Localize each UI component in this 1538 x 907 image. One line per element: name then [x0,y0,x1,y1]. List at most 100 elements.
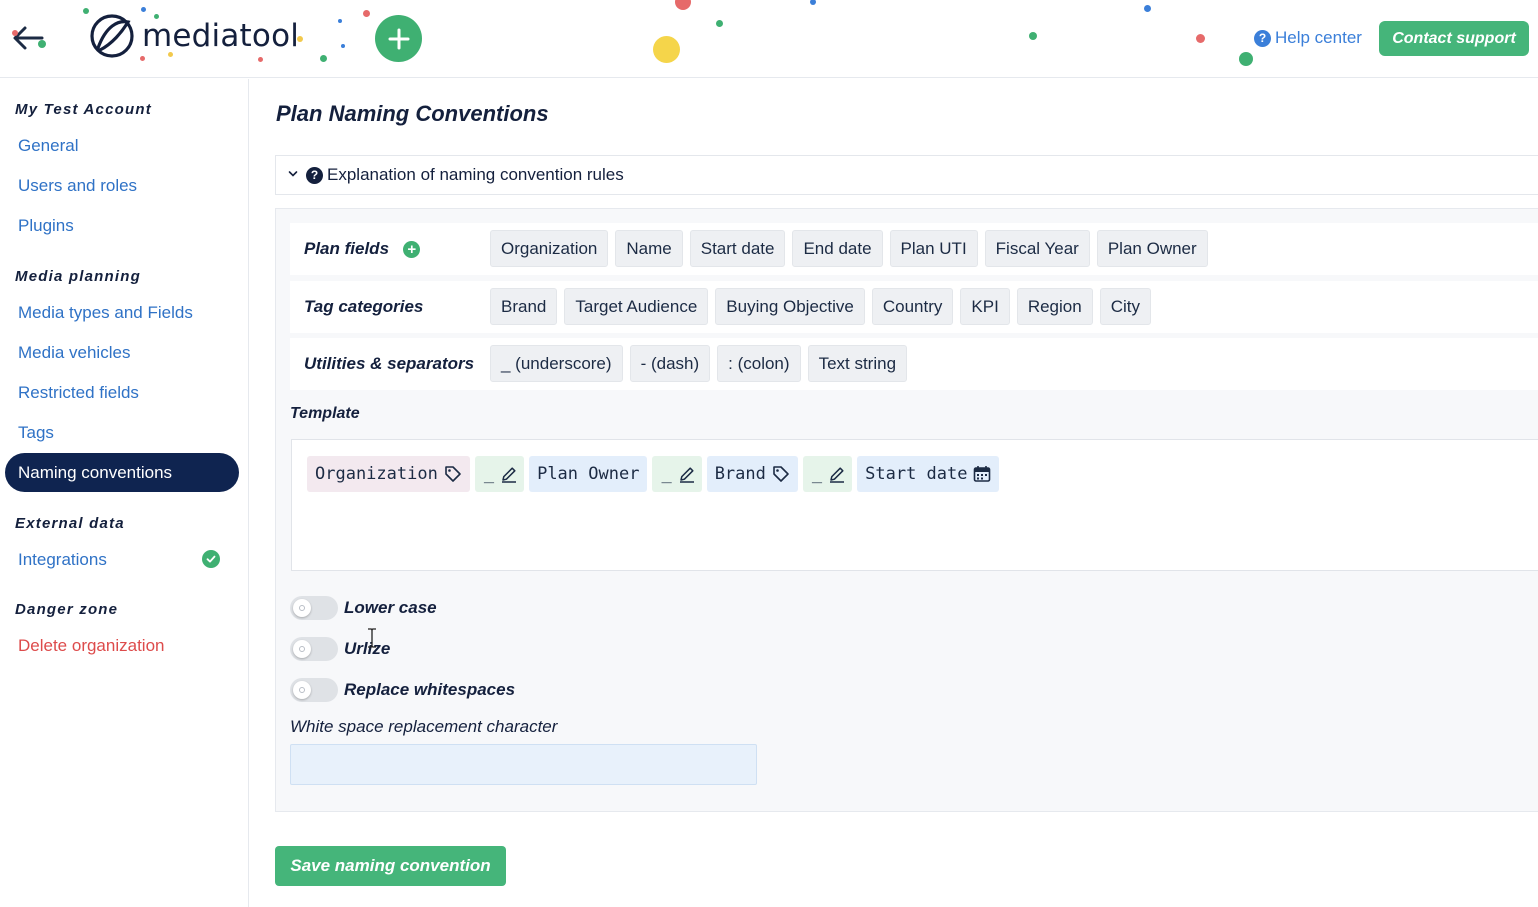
toggle-knob [293,640,311,658]
token-label: Start date [865,464,968,484]
page-title: Plan Naming Conventions [276,101,549,126]
chip-brand[interactable]: Brand [490,288,558,325]
confetti-dot [320,55,327,62]
chip-target-audience[interactable]: Target Audience [564,288,709,325]
chip-colon[interactable]: : (colon) [717,345,801,382]
template-token-organization[interactable]: Organization [307,456,470,492]
token-label: Organization [315,464,438,484]
template-token-separator[interactable]: _ [652,456,702,492]
sidebar-item-general[interactable]: General [18,136,78,156]
chip-fiscal-year[interactable]: Fiscal Year [984,230,1090,267]
check-circle-icon [202,550,220,568]
confetti-dot [1144,5,1151,12]
chip-country[interactable]: Country [871,288,954,325]
tag-icon [445,466,461,482]
chip-buying-objective[interactable]: Buying Objective [715,288,865,325]
naming-convention-editor: Plan fields + Organization Name Start da… [275,208,1538,812]
sidebar-item-plugins[interactable]: Plugins [18,216,74,236]
add-button[interactable] [375,15,422,62]
token-label: _ [661,464,672,484]
chip-plan-owner[interactable]: Plan Owner [1096,230,1208,267]
confetti-dot [716,20,723,27]
sidebar-item-naming-conventions[interactable]: Naming conventions [5,453,239,492]
confetti-dot [12,30,18,36]
replace-whitespaces-toggle-row[interactable]: Replace whitespaces [290,678,515,702]
chip-dash[interactable]: - (dash) [629,345,711,382]
chip-name[interactable]: Name [615,230,683,267]
save-naming-convention-button[interactable]: Save naming convention [275,846,506,886]
mediatool-logo[interactable]: mediatool [88,10,299,62]
chip-kpi[interactable]: KPI [960,288,1010,325]
contact-support-button[interactable]: Contact support [1379,21,1529,56]
utility-chips: _ (underscore) - (dash) : (colon) Text s… [490,345,908,382]
top-header: mediatool ? Help center Contact support [0,0,1538,78]
confetti-dot [1239,52,1253,66]
explanation-accordion[interactable]: ? Explanation of naming convention rules [275,155,1538,195]
sidebar-item-media-vehicles[interactable]: Media vehicles [18,343,130,363]
toggle-knob [293,681,311,699]
sidebar-item-delete-organization[interactable]: Delete organization [18,636,164,656]
token-label: Plan Owner [537,464,640,484]
chip-underscore[interactable]: _ (underscore) [490,345,623,382]
tag-categories-label: Tag categories [304,297,424,316]
confetti-dot [1029,32,1037,40]
lower-case-toggle[interactable] [290,596,338,620]
pencil-icon [679,467,694,483]
confetti-dot [154,14,159,19]
replace-whitespaces-label: Replace whitespaces [344,680,516,699]
chip-region[interactable]: Region [1016,288,1093,325]
plus-icon [388,28,409,49]
chevron-down-icon [288,169,298,181]
confetti-dot [258,57,263,62]
chip-start-date[interactable]: Start date [689,230,786,267]
token-label: Brand [714,464,766,484]
chip-text-string[interactable]: Text string [807,345,908,382]
pencil-icon [502,467,517,483]
template-dropzone[interactable]: Organization _ Plan Owner _ Brand _ Star… [291,439,1538,571]
confetti-dot [675,0,691,10]
template-tokens: Organization _ Plan Owner _ Brand _ Star… [307,456,1000,492]
toggle-knob [293,599,311,617]
whitespace-replacement-label: White space replacement character [290,717,558,736]
chip-city[interactable]: City [1099,288,1151,325]
chip-organization[interactable]: Organization [490,230,609,267]
token-label: _ [483,464,495,484]
confetti-dot [338,19,342,23]
sidebar-item-integrations[interactable]: Integrations [18,550,107,570]
confetti-dot [363,10,370,17]
chip-plan-uti[interactable]: Plan UTI [889,230,978,267]
template-token-plan-owner[interactable]: Plan Owner [529,456,648,492]
urlize-toggle[interactable] [290,637,338,661]
whitespace-replacement-input[interactable] [290,744,757,785]
back-arrow-icon[interactable] [10,22,46,54]
replace-whitespaces-toggle[interactable] [290,678,338,702]
help-center-label: Help center [1275,28,1362,47]
plan-field-chips: Organization Name Start date End date Pl… [490,230,1208,267]
confetti-dot [140,56,145,61]
lower-case-toggle-row[interactable]: Lower case [290,596,437,620]
sidebar-heading-danger-zone: Danger zone [15,601,119,618]
chip-end-date[interactable]: End date [792,230,883,267]
confetti-dot [341,44,345,48]
sidebar-heading-account: My Test Account [15,101,152,118]
sidebar-heading-media-planning: Media planning [15,268,141,285]
sidebar-item-media-types[interactable]: Media types and Fields [18,303,193,323]
template-token-brand[interactable]: Brand [706,456,798,492]
template-token-separator[interactable]: _ [802,456,853,492]
confetti-dot [168,52,173,57]
utilities-label: Utilities & separators [304,354,475,373]
template-token-separator[interactable]: _ [474,456,525,492]
tag-icon [773,466,789,482]
tag-categories-row: Tag categories Brand Target Audience Buy… [290,281,1538,333]
calendar-icon [974,466,991,482]
add-plan-field-icon[interactable]: + [403,240,421,258]
plan-fields-row: Plan fields + Organization Name Start da… [290,223,1538,275]
help-center-link[interactable]: ? Help center [1254,28,1362,48]
template-token-start-date[interactable]: Start date [857,456,1000,492]
sidebar-item-users-and-roles[interactable]: Users and roles [18,176,137,196]
sidebar-item-tags[interactable]: Tags [18,423,54,443]
confetti-dot [810,0,816,5]
question-icon: ? [306,166,323,184]
plan-fields-label: Plan fields + [304,239,421,259]
sidebar-item-restricted-fields[interactable]: Restricted fields [18,383,139,403]
